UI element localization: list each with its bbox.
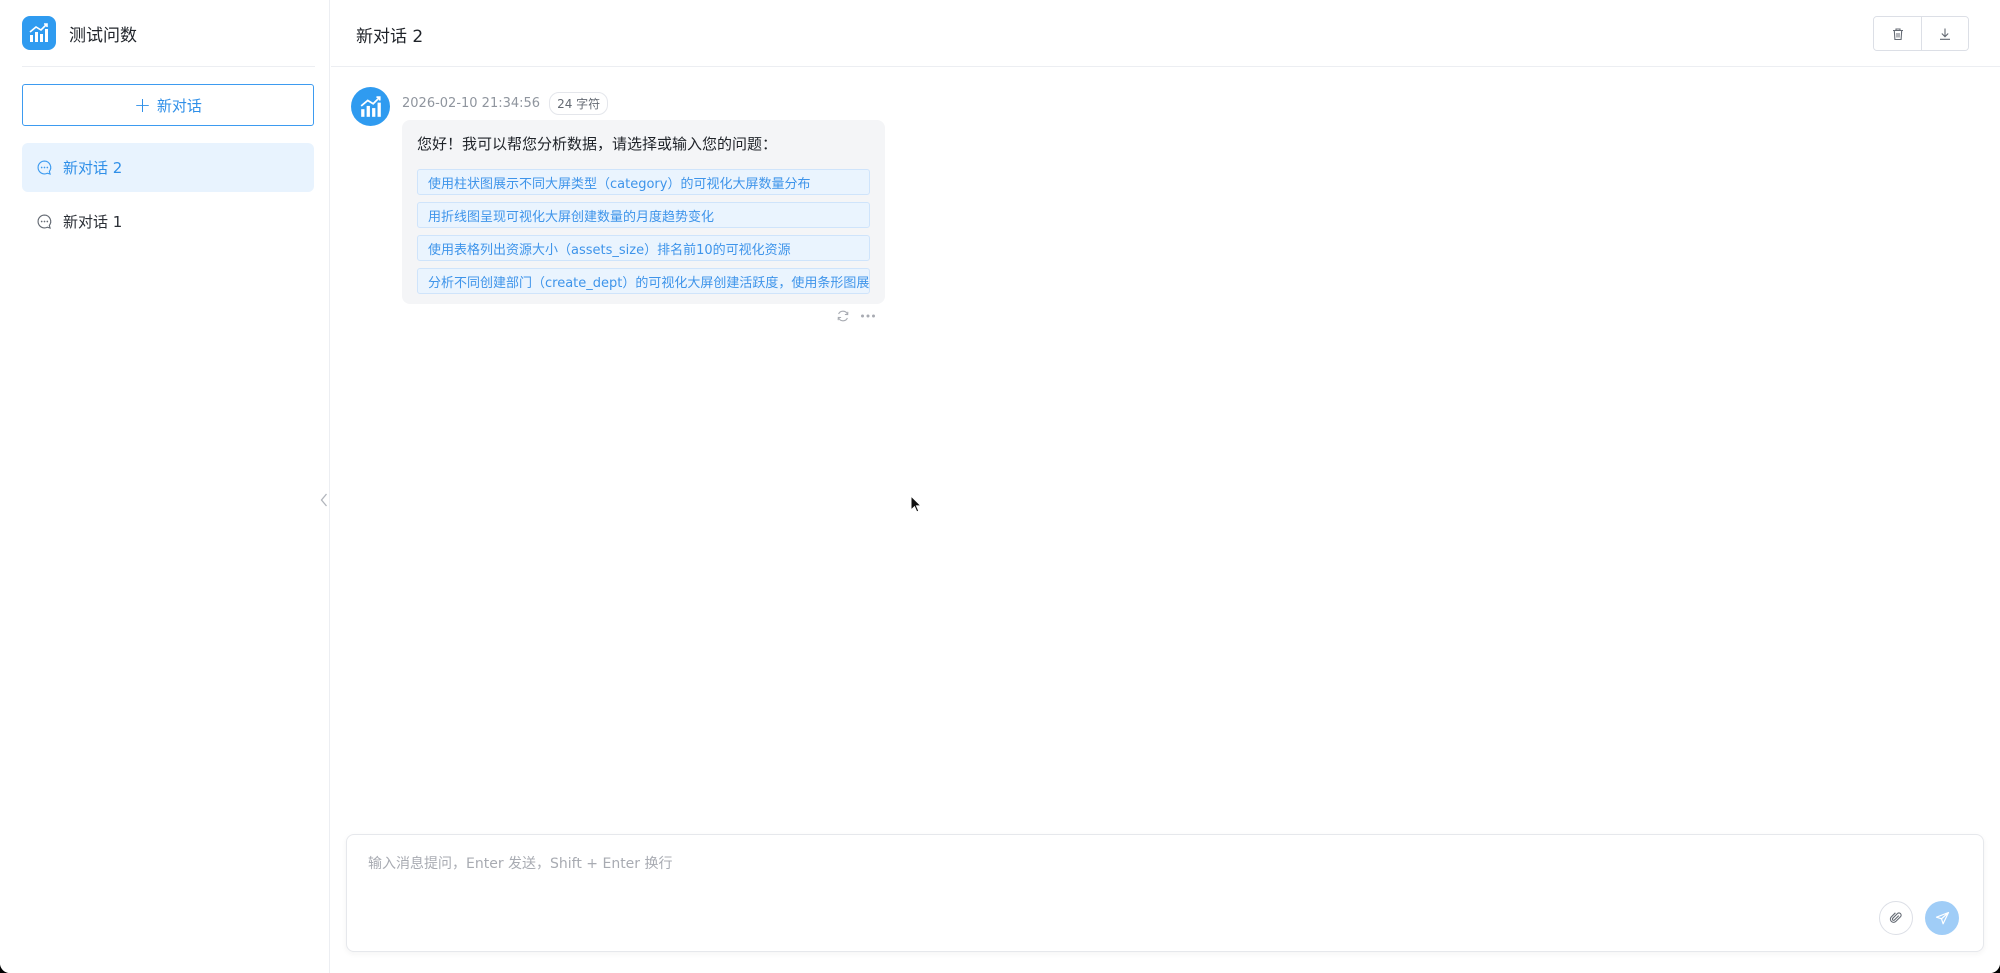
trash-icon — [1892, 27, 1903, 40]
regenerate-button[interactable] — [833, 308, 853, 324]
paperclip-icon — [1889, 912, 1902, 923]
conversation-item-2[interactable]: 新对话 2 — [22, 143, 314, 192]
suggestion-list: 使用柱状图展示不同大屏类型（category）的可视化大屏数量分布 用折线图呈现… — [417, 169, 870, 294]
brand: 测试问数 — [22, 16, 137, 50]
message-text: 您好！我可以帮您分析数据，请选择或输入您的问题： — [417, 135, 778, 153]
brand-title: 测试问数 — [69, 25, 137, 46]
page-title: 新对话 2 — [356, 27, 424, 47]
conversation-label: 新对话 1 — [63, 213, 123, 231]
divider — [22, 66, 315, 67]
chart-logo-icon — [360, 95, 381, 117]
assistant-avatar — [351, 87, 390, 126]
message-bubble: 您好！我可以帮您分析数据，请选择或输入您的问题： 使用柱状图展示不同大屏类型（c… — [402, 120, 885, 304]
chevron-left-icon — [320, 493, 327, 507]
message-meta: 2026-02-10 21:34:56 24 字符 — [402, 92, 609, 115]
suggestion-chip[interactable]: 用折线图呈现可视化大屏创建数量的月度趋势变化 — [417, 202, 870, 228]
send-icon — [1935, 911, 1949, 924]
char-count-badge: 24 字符 — [549, 92, 609, 115]
send-button[interactable] — [1925, 901, 1959, 935]
more-button[interactable] — [858, 308, 878, 324]
conversation-label: 新对话 2 — [63, 159, 123, 177]
conversation-list: 新对话 2 新对话 1 — [22, 143, 314, 251]
attach-button[interactable] — [1879, 901, 1913, 935]
app-window: 测试问数 + 新对话 新对话 2 新对话 1 新对话 2 2026-02-10 … — [0, 0, 2000, 973]
message-timestamp: 2026-02-10 21:34:56 — [402, 96, 541, 111]
mouse-cursor-icon — [910, 494, 923, 517]
chart-logo-icon — [22, 16, 56, 50]
new-chat-button[interactable]: + 新对话 — [22, 84, 314, 126]
message-tools — [828, 308, 878, 324]
suggestion-chip[interactable]: 使用柱状图展示不同大屏类型（category）的可视化大屏数量分布 — [417, 169, 870, 195]
header-actions — [1873, 16, 1969, 51]
suggestion-chip[interactable]: 分析不同创建部门（create_dept）的可视化大屏创建活跃度，使用条形图展示 — [417, 268, 870, 294]
chat-bubble-icon — [37, 214, 52, 229]
more-dots-icon — [861, 314, 875, 318]
chat-main: 新对话 2 2026-02-10 21:34:56 24 字符 您好！我可以帮您… — [331, 0, 2000, 973]
suggestion-chip[interactable]: 使用表格列出资源大小（assets_size）排名前10的可视化资源 — [417, 235, 870, 261]
plus-icon: + — [134, 93, 151, 117]
message-composer — [346, 834, 1984, 952]
download-button[interactable] — [1921, 17, 1968, 50]
conversation-item-1[interactable]: 新对话 1 — [22, 197, 314, 246]
refresh-icon — [837, 310, 849, 322]
sidebar: 测试问数 + 新对话 新对话 2 新对话 1 — [0, 0, 330, 973]
download-icon — [1940, 28, 1950, 40]
collapse-sidebar-handle[interactable] — [318, 490, 330, 510]
message-input[interactable] — [347, 835, 1983, 905]
delete-button[interactable] — [1874, 17, 1921, 50]
chat-header: 新对话 2 — [331, 0, 2000, 67]
chat-bubble-icon — [37, 160, 52, 175]
new-chat-label: 新对话 — [156, 96, 202, 115]
